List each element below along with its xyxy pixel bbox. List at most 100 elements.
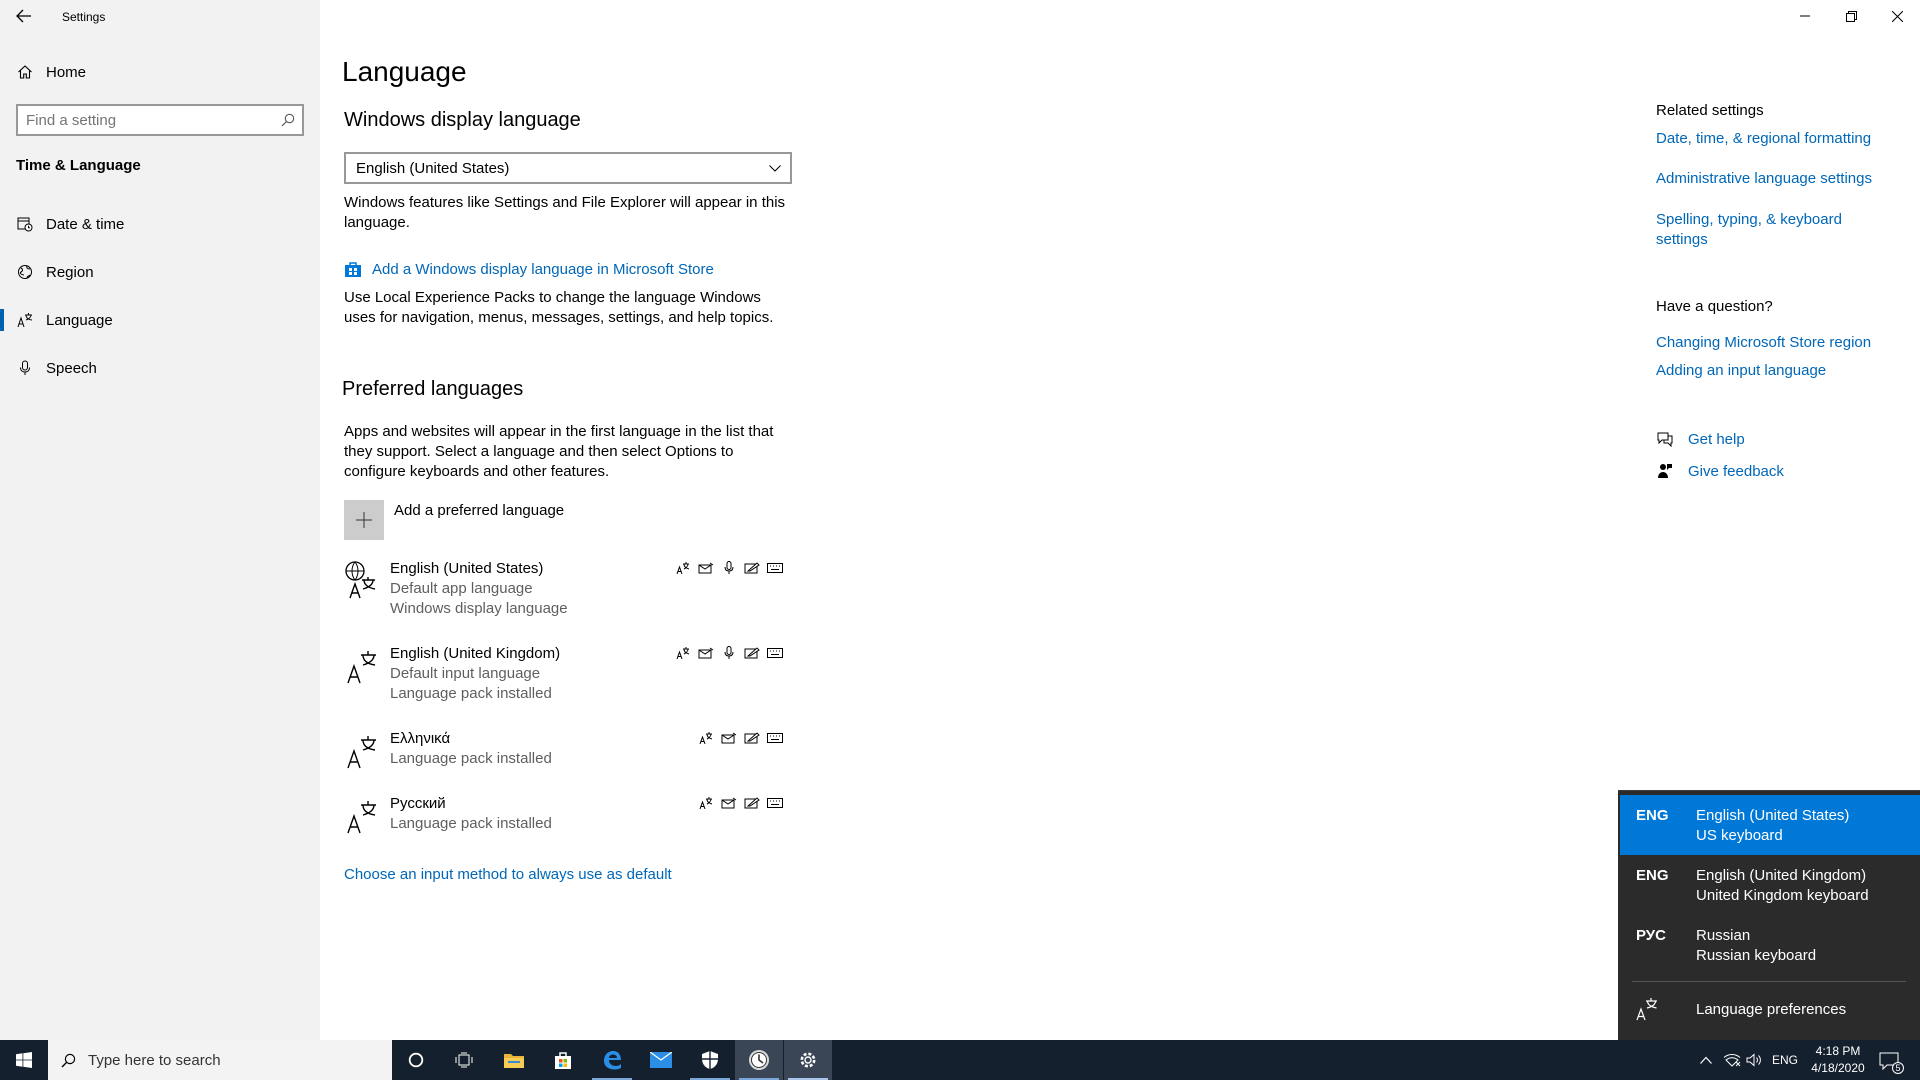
- language-status: Language pack installed: [390, 750, 552, 767]
- add-language-label[interactable]: Add a preferred language: [394, 502, 564, 519]
- globe-icon: [16, 263, 34, 281]
- language-icon: [344, 795, 378, 835]
- language-list-item[interactable]: Русский Language pack installed: [344, 795, 794, 839]
- task-view-button[interactable]: [440, 1040, 488, 1080]
- language-features: [674, 560, 784, 576]
- question-link-input-language[interactable]: Adding an input language: [1656, 362, 1826, 379]
- language-status: Default app language: [390, 580, 533, 597]
- start-button[interactable]: [0, 1040, 48, 1080]
- language-preferences-item[interactable]: Language preferences: [1620, 983, 1920, 1035]
- search-box[interactable]: [16, 104, 304, 136]
- display-language-icon: [674, 645, 692, 661]
- close-button[interactable]: [1874, 0, 1920, 32]
- keyboard-icon: [766, 795, 784, 811]
- input-language-flyout: ENG English (United States) US keyboard …: [1618, 790, 1920, 1040]
- task-view-icon: [455, 1052, 473, 1068]
- related-settings-heading: Related settings: [1656, 102, 1764, 119]
- clock-date: 4/18/2020: [1811, 1061, 1865, 1075]
- related-link-admin-language[interactable]: Administrative language settings: [1656, 170, 1872, 187]
- microphone-icon: [16, 359, 34, 377]
- store-link[interactable]: Add a Windows display language in Micros…: [372, 261, 714, 278]
- get-help-link[interactable]: Get help: [1688, 431, 1745, 448]
- language-status: Language pack installed: [390, 815, 552, 832]
- mail-icon: [650, 1052, 672, 1068]
- question-link-store-region[interactable]: Changing Microsoft Store region: [1656, 334, 1871, 351]
- related-link-spelling-typing[interactable]: Spelling, typing, & keyboard settings: [1656, 210, 1876, 250]
- chevron-down-icon: [768, 162, 782, 174]
- speech-icon: [720, 560, 738, 576]
- section-title: Time & Language: [16, 157, 141, 174]
- window-title: Settings: [62, 10, 106, 24]
- input-indicator[interactable]: ENG: [1772, 1053, 1798, 1067]
- language-features: [674, 645, 784, 661]
- input-method-link[interactable]: Choose an input method to always use as …: [344, 866, 672, 883]
- text-to-speech-icon: [720, 730, 738, 746]
- sidebar-item-speech[interactable]: Speech: [0, 345, 320, 391]
- display-language-description: Windows features like Settings and File …: [344, 194, 786, 231]
- minimize-button[interactable]: [1782, 0, 1828, 32]
- cortana-icon: [408, 1052, 424, 1068]
- sidebar-item-language[interactable]: Language: [0, 297, 320, 343]
- add-language-button[interactable]: [344, 500, 384, 540]
- language-list-item[interactable]: English (United States) Default app lang…: [344, 560, 794, 622]
- flyout-item-russian[interactable]: РУС Russian Russian keyboard: [1620, 915, 1920, 975]
- text-to-speech-icon: [697, 645, 715, 661]
- sidebar-item-date-time[interactable]: Date & time: [0, 201, 320, 247]
- display-language-dropdown[interactable]: English (United States): [344, 152, 792, 184]
- display-language-icon: [697, 795, 715, 811]
- page-title: Language: [342, 56, 467, 87]
- language-code: ENG: [1636, 807, 1669, 824]
- keyboard-icon: [766, 645, 784, 661]
- file-explorer-button[interactable]: [490, 1040, 538, 1080]
- language-list-item[interactable]: English (United Kingdom) Default input l…: [344, 645, 794, 707]
- settings-button[interactable]: [784, 1040, 832, 1080]
- language-features: [697, 795, 784, 811]
- search-input[interactable]: [26, 111, 266, 129]
- handwriting-icon: [743, 645, 761, 661]
- plus-icon: [356, 512, 372, 528]
- cortana-button[interactable]: [392, 1040, 440, 1080]
- clock[interactable]: 4:18 PM 4/18/2020: [1806, 1043, 1870, 1077]
- handwriting-icon: [743, 730, 761, 746]
- security-button[interactable]: [686, 1040, 734, 1080]
- handwriting-icon: [743, 560, 761, 576]
- store-description: Use Local Experience Packs to change the…: [344, 289, 774, 326]
- taskbar-search-placeholder: Type here to search: [88, 1052, 221, 1069]
- clock-app-button[interactable]: [735, 1040, 783, 1080]
- sidebar-item-region[interactable]: Region: [0, 249, 320, 295]
- search-icon[interactable]: [280, 112, 296, 128]
- edge-button[interactable]: [588, 1040, 636, 1080]
- show-hidden-icons-icon[interactable]: [1696, 1052, 1716, 1068]
- language-icon: [16, 311, 34, 329]
- sidebar-item-home[interactable]: Home: [0, 49, 320, 95]
- windows-logo-icon: [16, 1052, 32, 1068]
- flyout-keyboard-name: US keyboard: [1696, 827, 1783, 844]
- back-arrow-icon[interactable]: [12, 6, 36, 26]
- restore-button[interactable]: [1828, 0, 1874, 32]
- store-icon: [553, 1050, 573, 1070]
- clock-time: 4:18 PM: [1815, 1044, 1861, 1058]
- taskbar-search-box[interactable]: Type here to search: [48, 1040, 392, 1080]
- give-feedback-link[interactable]: Give feedback: [1688, 463, 1784, 480]
- mail-button[interactable]: [637, 1040, 685, 1080]
- language-code: РУС: [1636, 927, 1666, 944]
- language-list-item[interactable]: Ελληνικά Language pack installed: [344, 730, 794, 774]
- store-button[interactable]: [539, 1040, 587, 1080]
- preferred-languages-heading: Preferred languages: [342, 378, 524, 400]
- network-icon[interactable]: [1722, 1052, 1742, 1068]
- language-code: ENG: [1636, 867, 1669, 884]
- volume-icon[interactable]: [1744, 1052, 1764, 1068]
- settings-icon: [798, 1050, 818, 1070]
- sidebar-item-label: Speech: [46, 359, 97, 377]
- keyboard-icon: [766, 730, 784, 746]
- language-status: Default input language: [390, 665, 541, 682]
- related-link-regional-formatting[interactable]: Date, time, & regional formatting: [1656, 130, 1871, 147]
- display-language-heading: Windows display language: [344, 109, 581, 131]
- display-language-icon: [674, 560, 692, 576]
- flyout-item-eng-us[interactable]: ENG English (United States) US keyboard: [1620, 795, 1920, 855]
- flyout-item-eng-uk[interactable]: ENG English (United Kingdom) United King…: [1620, 855, 1920, 915]
- help-icon: [1656, 430, 1674, 448]
- flyout-language-name: English (United Kingdom): [1696, 867, 1867, 884]
- language-icon: [344, 645, 378, 685]
- sidebar-item-label: Language: [46, 311, 113, 329]
